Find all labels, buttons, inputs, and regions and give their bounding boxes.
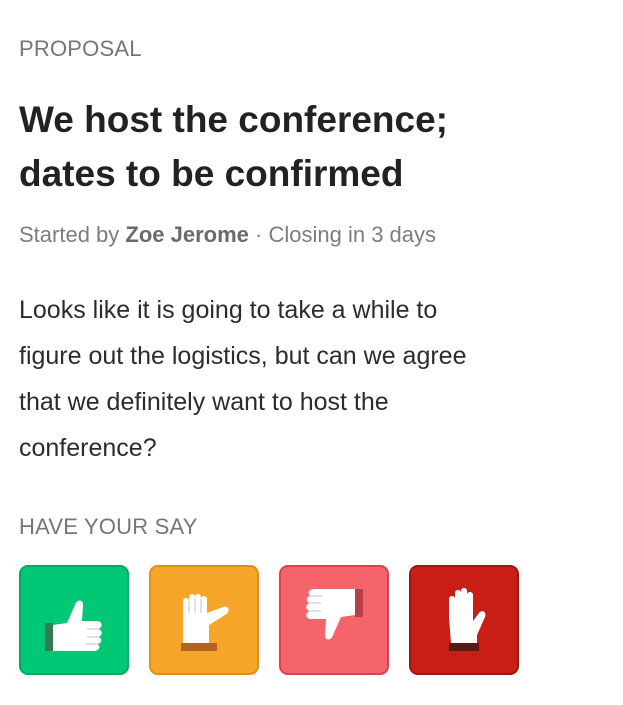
- proposal-title-line: dates to be confirmed: [19, 153, 404, 194]
- disagree-button[interactable]: [279, 565, 389, 675]
- description-line: conference?: [19, 434, 157, 462]
- thumbs-sideways-icon: [181, 594, 229, 651]
- proposal-title: We host the conference; dates to be conf…: [19, 93, 579, 201]
- closing-time: Closing in 3 days: [268, 222, 437, 247]
- meta-separator: ·: [255, 222, 263, 247]
- proposal-title-line: We host the conference;: [19, 99, 449, 140]
- block-button[interactable]: [409, 565, 519, 675]
- author-name[interactable]: Zoe Jerome: [125, 222, 249, 247]
- vote-heading: HAVE YOUR SAY: [19, 514, 198, 539]
- abstain-button[interactable]: [149, 565, 259, 675]
- agree-button[interactable]: [19, 565, 129, 675]
- raised-hand-icon: [449, 588, 486, 651]
- thumbs-down-icon: [306, 589, 363, 640]
- thumbs-up-icon: [45, 600, 102, 651]
- description-line: that we definitely want to host the: [19, 388, 389, 416]
- vote-buttons: [19, 565, 519, 675]
- proposal-description: Looks like it is going to take a while t…: [19, 287, 599, 471]
- proposal-label: PROPOSAL: [19, 36, 142, 61]
- description-line: figure out the logistics, but can we agr…: [19, 342, 467, 370]
- description-line: Looks like it is going to take a while t…: [19, 296, 438, 324]
- proposal-meta: Started by Zoe Jerome · Closing in 3 day…: [19, 222, 436, 248]
- started-by-label: Started by: [19, 222, 120, 247]
